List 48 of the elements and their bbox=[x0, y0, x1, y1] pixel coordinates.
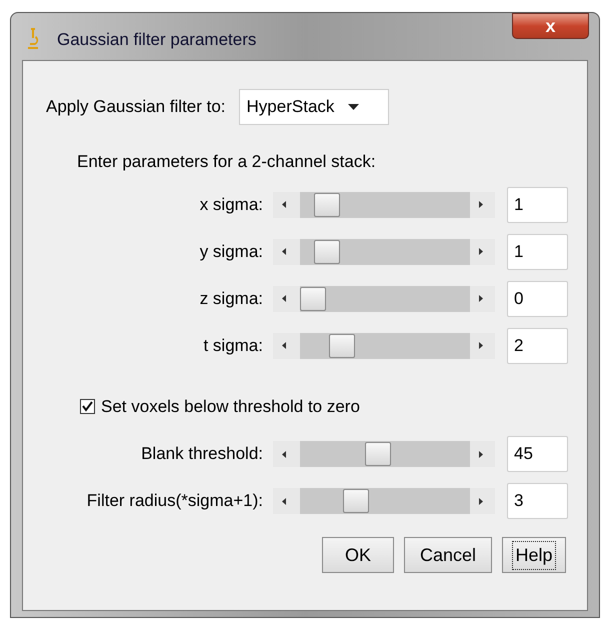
stack-type-dropdown[interactable]: HyperStack bbox=[238, 89, 389, 125]
value-field[interactable]: 1 bbox=[507, 234, 568, 270]
slider-thumb[interactable] bbox=[343, 489, 370, 513]
slider-thumb[interactable] bbox=[364, 442, 391, 466]
right-arrow-icon bbox=[479, 498, 483, 504]
right-arrow-icon bbox=[479, 450, 483, 458]
slider-label: Filter radius(*sigma+1): bbox=[86, 490, 264, 512]
checkbox-label: Set voxels below threshold to zero bbox=[101, 396, 360, 418]
scroll-slider[interactable] bbox=[273, 192, 495, 218]
threshold-checkbox[interactable] bbox=[80, 398, 95, 414]
left-arrow-icon bbox=[282, 248, 286, 255]
right-arrow-icon bbox=[479, 201, 483, 208]
slider-thumb[interactable] bbox=[300, 286, 326, 310]
window-title: Gaussian filter parameters bbox=[57, 29, 256, 51]
left-arrow-icon bbox=[282, 450, 286, 458]
scroll-slider[interactable] bbox=[273, 332, 495, 358]
dialog-button[interactable]: OK bbox=[322, 537, 394, 573]
slider-label: x sigma: bbox=[198, 194, 264, 216]
left-arrow-icon bbox=[282, 498, 286, 504]
value-field[interactable]: 0 bbox=[507, 280, 568, 316]
dialog-button[interactable]: Cancel bbox=[404, 537, 492, 573]
scroll-slider[interactable] bbox=[273, 441, 495, 467]
value-field[interactable]: 45 bbox=[507, 436, 568, 472]
value-field[interactable]: 2 bbox=[507, 328, 568, 364]
right-arrow-icon bbox=[479, 342, 483, 349]
scroll-slider[interactable] bbox=[273, 286, 495, 312]
scroll-slider[interactable] bbox=[273, 488, 495, 514]
slider-label: Blank threshold: bbox=[140, 443, 264, 466]
left-arrow-icon bbox=[282, 295, 286, 302]
slider-label: t sigma: bbox=[202, 334, 264, 357]
slider-label: z sigma: bbox=[198, 288, 264, 310]
value-field[interactable]: 3 bbox=[507, 483, 568, 519]
scroll-slider[interactable] bbox=[273, 238, 495, 264]
dropdown-caret-icon bbox=[348, 104, 360, 110]
microscope-icon bbox=[25, 27, 41, 49]
left-arrow-icon bbox=[282, 201, 286, 208]
slider-thumb[interactable] bbox=[314, 240, 340, 264]
slider-thumb[interactable] bbox=[328, 334, 355, 358]
value-field[interactable]: 1 bbox=[507, 186, 568, 222]
close-button[interactable]: x bbox=[512, 13, 589, 39]
apply-label: Apply Gaussian filter to: bbox=[46, 96, 226, 118]
right-arrow-icon bbox=[479, 248, 483, 255]
slider-label: y sigma: bbox=[198, 240, 264, 263]
dialog-button[interactable]: Help bbox=[502, 537, 566, 573]
section-heading: Enter parameters for a 2-channel stack: bbox=[77, 151, 377, 173]
left-arrow-icon bbox=[282, 342, 286, 349]
slider-thumb[interactable] bbox=[314, 192, 340, 216]
right-arrow-icon bbox=[479, 295, 483, 302]
